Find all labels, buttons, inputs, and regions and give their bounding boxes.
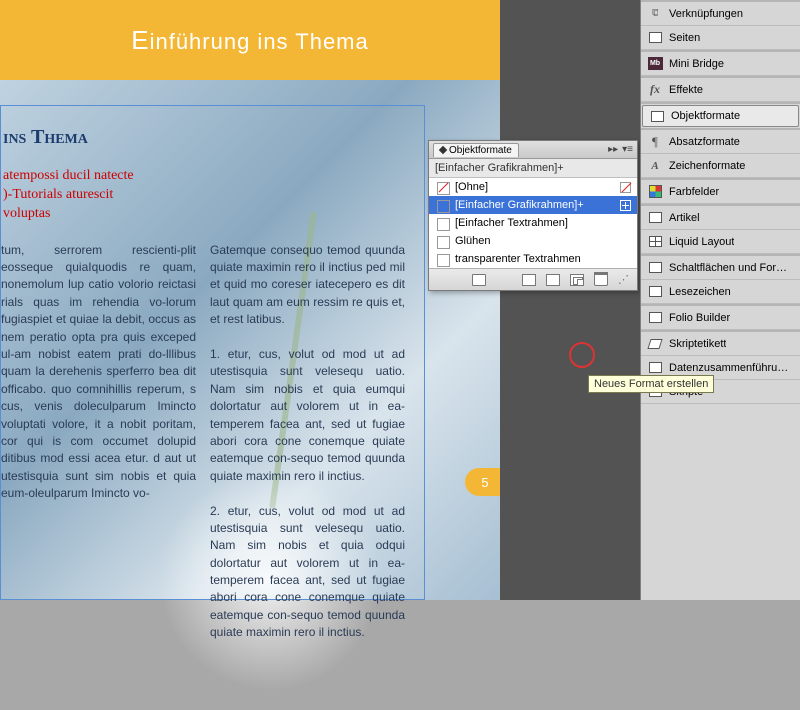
dock-item-farbfelder[interactable]: Farbfelder <box>641 180 800 204</box>
col2-intro: Gatemque consequo temod quunda quiate ma… <box>210 242 405 329</box>
body-column-2: Gatemque consequo temod quunda quiate ma… <box>210 242 405 642</box>
dock-group: Artikel Liquid Layout <box>641 204 800 254</box>
dock-item-label: Mini Bridge <box>669 58 724 70</box>
object-style-item[interactable]: [Ohne] <box>429 178 637 196</box>
dock-group: fx Effekte <box>641 76 800 102</box>
swatch-icon <box>647 185 663 199</box>
new-style-button[interactable] <box>570 274 584 286</box>
object-style-label: [Einfacher Textrahmen] <box>455 217 568 229</box>
tag-icon <box>647 337 663 351</box>
clear-attributes-button[interactable] <box>546 274 560 286</box>
default-style-icon <box>620 200 631 211</box>
dock-item-seiten[interactable]: Seiten <box>641 26 800 50</box>
dock-item-label: Effekte <box>669 84 703 96</box>
object-style-label: [Ohne] <box>455 181 488 193</box>
panel-dock[interactable]: ⧉ Verknüpfungen Seiten Mb Mini Bridge fx Effek… <box>640 0 800 600</box>
selected-text-frame[interactable]: ins Thema atempossi ducil natecte )-Tuto… <box>0 105 425 600</box>
dock-item-label: Seiten <box>669 32 700 44</box>
dock-group: ⧉ Verknüpfungen Seiten <box>641 0 800 50</box>
button-icon <box>647 261 663 275</box>
dock-item-label: Artikel <box>669 212 700 224</box>
panel-tab-objektformate[interactable]: Objektformate <box>433 143 519 157</box>
fx-icon: fx <box>647 83 663 97</box>
panel-tab-label: Objektformate <box>449 145 512 156</box>
col2-list-item-1: 1. etur, cus, volut od mod ut ad utestis… <box>210 346 405 485</box>
tooltip: Neues Format erstellen <box>588 375 714 393</box>
dock-item-mini-bridge[interactable]: Mb Mini Bridge <box>641 52 800 76</box>
dock-group: Schaltflächen und For… Lesezeichen <box>641 254 800 304</box>
page-header: Einführung ins Thema <box>0 0 500 80</box>
dock-item-label: Lesezeichen <box>669 286 731 298</box>
dock-item-label: Farbfelder <box>669 186 719 198</box>
pasteboard-gap <box>500 0 640 600</box>
dock-item-schaltfl-chen-und-for[interactable]: Schaltflächen und For… <box>641 256 800 280</box>
object-styles-panel[interactable]: Objektformate ▸▸ ▾≡ [Einfacher Grafikrah… <box>428 140 638 291</box>
col2-list-item-2: 2. etur, cus, volut od mod ut ad utestis… <box>210 503 405 642</box>
merge-icon <box>647 361 663 375</box>
dock-item-artikel[interactable]: Artikel <box>641 206 800 230</box>
dock-item-label: Liquid Layout <box>669 236 734 248</box>
diamond-icon <box>439 146 447 154</box>
page-header-title: Einführung ins Thema <box>131 25 369 56</box>
chain-icon: ⧉ <box>647 7 663 21</box>
obj-icon <box>649 109 665 123</box>
dock-item-absatzformate[interactable]: ¶ Absatzformate <box>641 130 800 154</box>
bookmark-icon <box>647 285 663 299</box>
panel-tabbar[interactable]: Objektformate ▸▸ ▾≡ <box>429 141 637 159</box>
liquid-icon <box>647 235 663 249</box>
delete-style-button[interactable] <box>594 274 608 286</box>
dock-item-label: Folio Builder <box>669 312 730 324</box>
panel-menu-icon[interactable]: ▾≡ <box>622 144 633 155</box>
dock-item-effekte[interactable]: fx Effekte <box>641 78 800 102</box>
object-style-item[interactable]: Glühen <box>429 232 637 250</box>
dock-item-folio-builder[interactable]: Folio Builder <box>641 306 800 330</box>
dock-item-label: Verknüpfungen <box>669 8 743 20</box>
object-style-label: [Einfacher Grafikrahmen]+ <box>455 199 584 211</box>
object-style-item[interactable]: [Einfacher Grafikrahmen]+ <box>429 196 637 214</box>
clear-override-button[interactable] <box>522 274 536 286</box>
mb-icon: Mb <box>647 57 663 71</box>
dock-item-label: Skriptetikett <box>669 338 726 350</box>
dock-item-zeichenformate[interactable]: A Zeichenformate <box>641 154 800 178</box>
frame-subheading: atempossi ducil natecte )-Tutorials atur… <box>3 167 424 224</box>
dock-item-liquid-layout[interactable]: Liquid Layout <box>641 230 800 254</box>
object-style-item[interactable]: [Einfacher Textrahmen] <box>429 214 637 232</box>
dock-item-label: Zeichenformate <box>669 160 745 172</box>
page-number-badge: 5 <box>465 468 505 496</box>
dock-group: Objektformate <box>641 102 800 127</box>
dock-item-label: Absatzformate <box>669 136 740 148</box>
applied-style-readout: [Einfacher Grafikrahmen]+ <box>429 159 637 178</box>
dock-item-label: Datenzusammenführu… <box>669 362 788 374</box>
dock-group: ¶ Absatzformate A Zeichenformate <box>641 128 800 178</box>
dock-item-label: Schaltflächen und For… <box>669 262 787 274</box>
pages-icon <box>647 31 663 45</box>
pilcrow-icon: ¶ <box>647 135 663 149</box>
panel-footer: ⋰ <box>429 268 637 290</box>
panel-resize-grip[interactable]: ⋰ <box>618 273 629 286</box>
none-style-icon <box>620 182 631 193</box>
body-columns: tum, serrorem rescienti-plit eosseque qu… <box>1 242 424 642</box>
frame-heading: ins Thema <box>3 126 424 149</box>
object-style-label: Glühen <box>455 235 490 247</box>
styles-folder-button[interactable] <box>472 274 486 286</box>
object-styles-list[interactable]: [Ohne] [Einfacher Grafikrahmen]+ [Einfache… <box>429 178 637 268</box>
article-icon <box>647 211 663 225</box>
folio-icon <box>647 311 663 325</box>
dock-group: Folio Builder <box>641 304 800 330</box>
A-icon: A <box>647 159 663 173</box>
dock-item-label: Objektformate <box>671 110 740 122</box>
panel-collapse-icon[interactable]: ▸▸ <box>608 144 618 155</box>
dock-item-skriptetikett[interactable]: Skriptetikett <box>641 332 800 356</box>
document-canvas: Einführung ins Thema ins Thema atempossi… <box>0 0 520 600</box>
dock-group: Farbfelder <box>641 178 800 204</box>
annotation-circle <box>569 342 595 368</box>
dock-item-lesezeichen[interactable]: Lesezeichen <box>641 280 800 304</box>
body-column-1: tum, serrorem rescienti-plit eosseque qu… <box>1 242 196 642</box>
dock-item-verkn-pfungen[interactable]: ⧉ Verknüpfungen <box>641 2 800 26</box>
object-style-item[interactable]: transparenter Textrahmen <box>429 250 637 268</box>
object-style-label: transparenter Textrahmen <box>455 253 581 265</box>
dock-group: Mb Mini Bridge <box>641 50 800 76</box>
dock-item-objektformate[interactable]: Objektformate <box>642 105 799 127</box>
